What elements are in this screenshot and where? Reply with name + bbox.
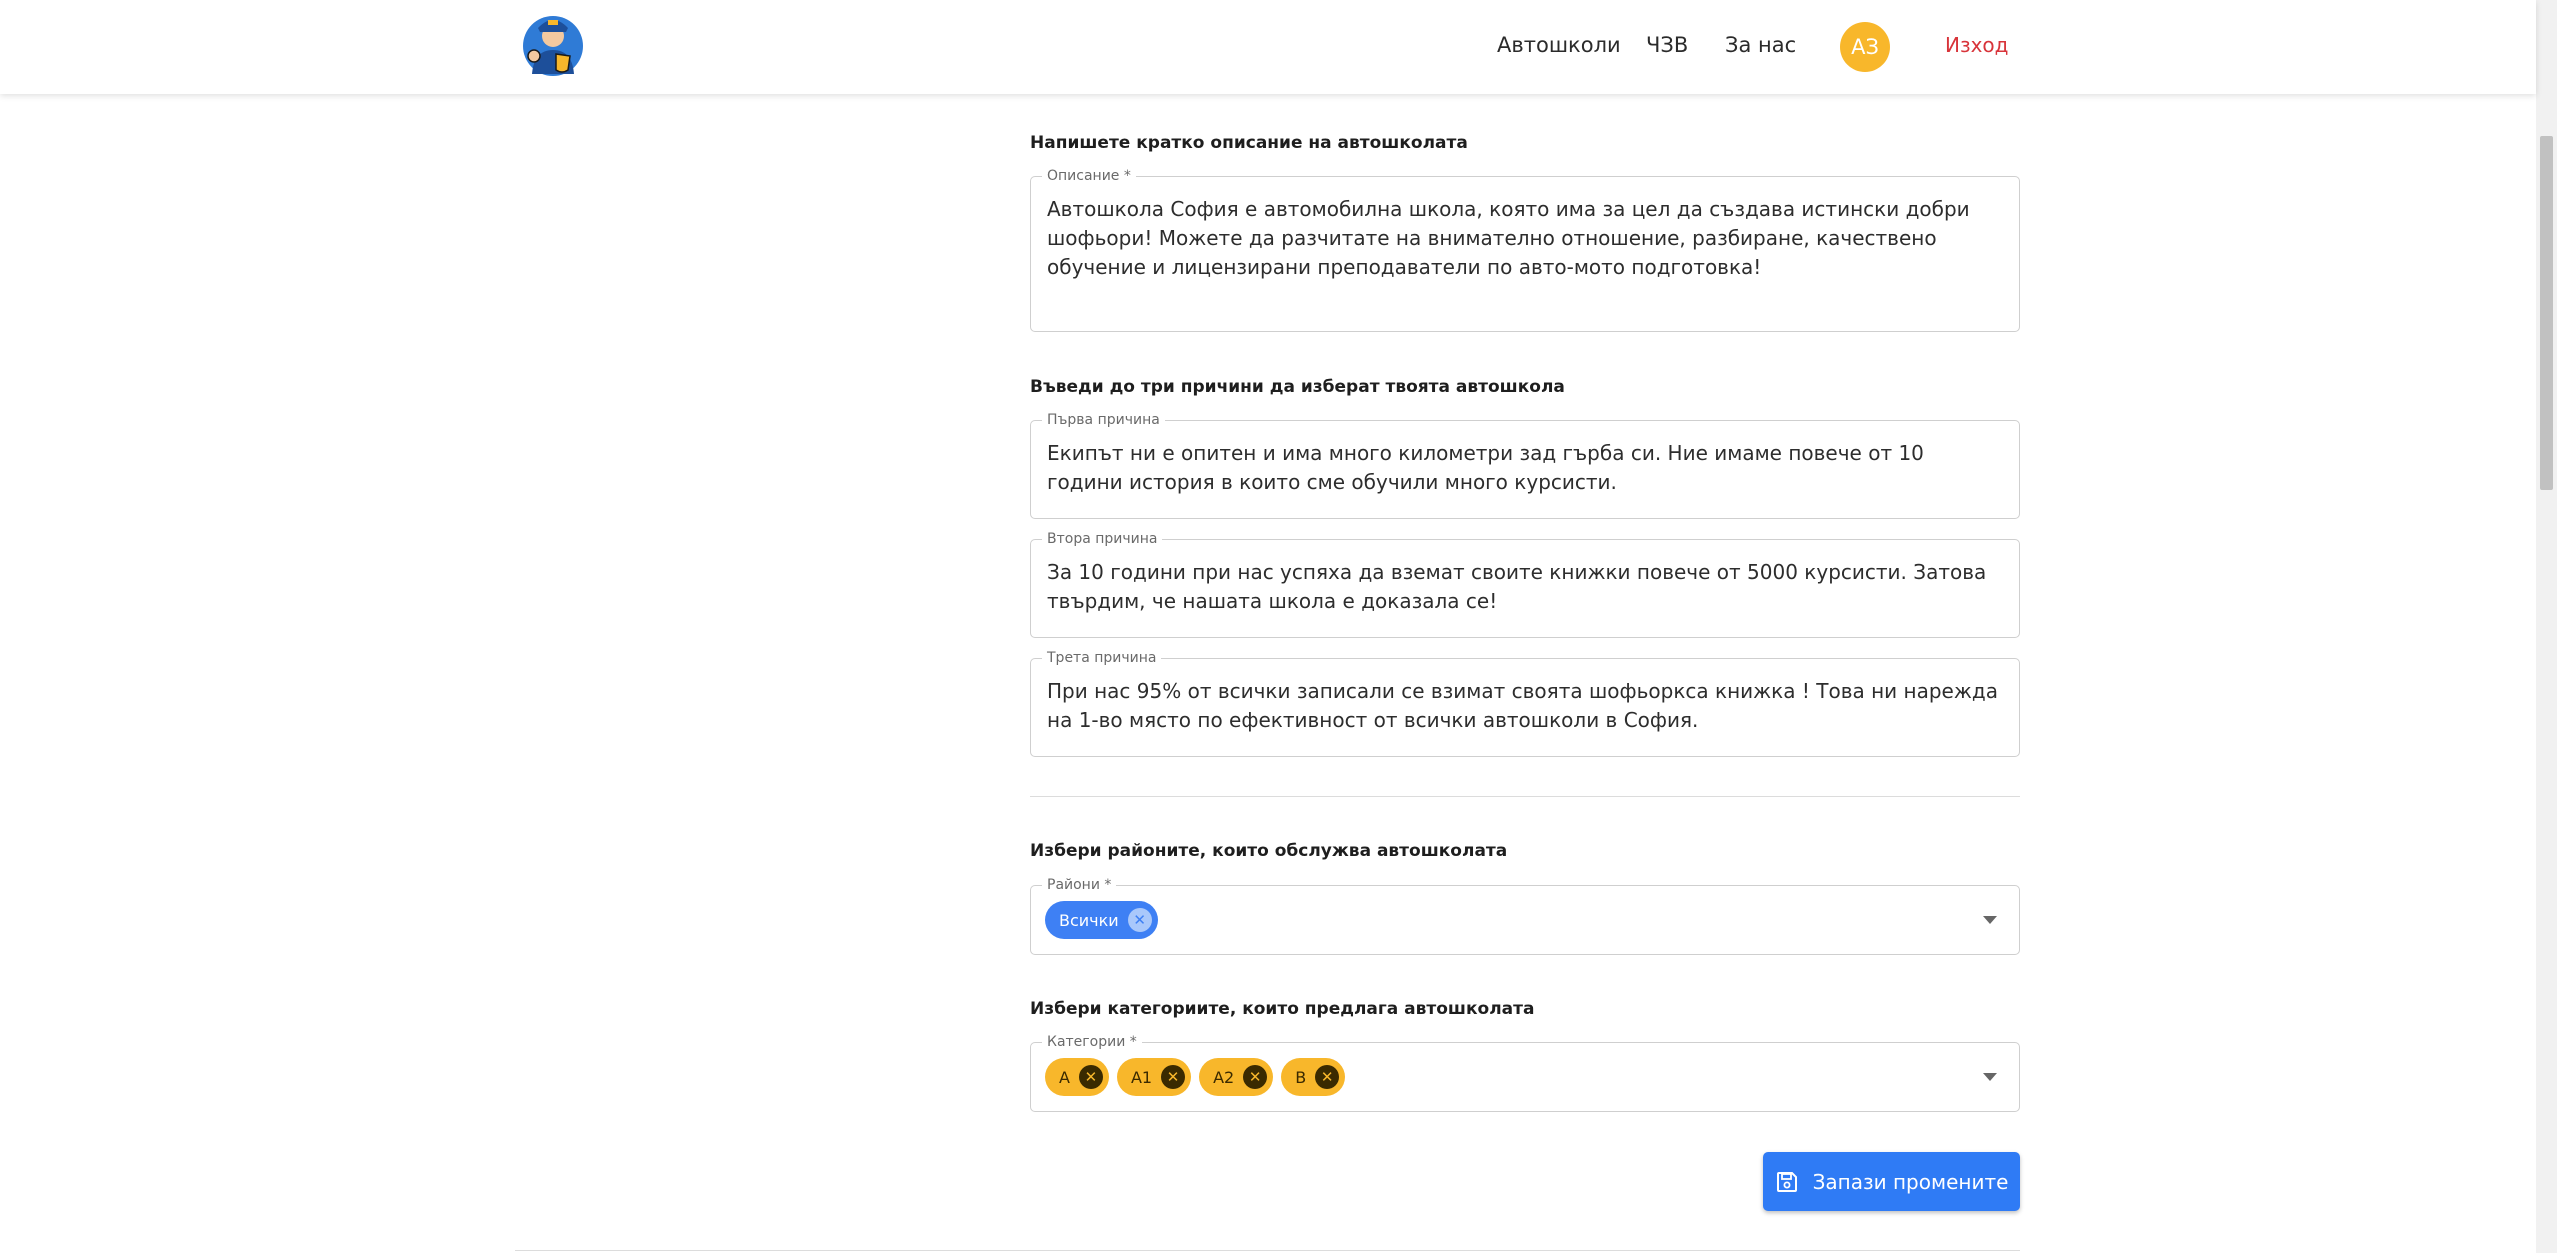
save-button-label: Запази промените bbox=[1812, 1169, 2009, 1194]
districts-chip-list: Всички ✕ bbox=[1045, 901, 1158, 939]
close-icon[interactable]: ✕ bbox=[1127, 908, 1152, 932]
nav-link-driving-schools[interactable]: Автошколи bbox=[1497, 33, 1621, 57]
categories-heading: Избери категориите, които предлага автош… bbox=[1030, 999, 1535, 1019]
category-chip-label: A1 bbox=[1130, 1067, 1153, 1087]
districts-label: Райони * bbox=[1042, 876, 1117, 894]
categories-select[interactable]: Категории * A ✕ A1 ✕ A2 ✕ B ✕ bbox=[1030, 1033, 2020, 1112]
category-chip-a1[interactable]: A1 ✕ bbox=[1116, 1058, 1192, 1096]
category-chip-label: A2 bbox=[1213, 1067, 1235, 1087]
chevron-down-icon[interactable] bbox=[1983, 916, 1997, 924]
logout-link[interactable]: Изход bbox=[1945, 33, 2009, 57]
first-reason-textarea[interactable]: Първа причина Екипът ни е опитен и има м… bbox=[1030, 411, 2020, 519]
top-navbar: Автошколи ЧЗВ За нас АЗ Изход bbox=[0, 0, 2536, 94]
category-chip-label: A bbox=[1059, 1067, 1070, 1087]
second-reason-label: Втора причина bbox=[1042, 530, 1163, 548]
second-reason-value[interactable]: За 10 години при нас успяха да вземат св… bbox=[1047, 558, 2003, 616]
section-divider bbox=[1030, 796, 2020, 797]
categories-chip-list: A ✕ A1 ✕ A2 ✕ B ✕ bbox=[1045, 1058, 1346, 1096]
description-value[interactable]: Автошкола София е автомобилна школа, коя… bbox=[1047, 195, 2003, 282]
districts-select[interactable]: Райони * Всички ✕ bbox=[1030, 876, 2020, 955]
close-icon[interactable]: ✕ bbox=[1243, 1065, 1268, 1089]
first-reason-value[interactable]: Екипът ни е опитен и има много километри… bbox=[1047, 439, 2003, 497]
nav-link-about[interactable]: За нас bbox=[1725, 33, 1796, 57]
category-chip-label: B bbox=[1295, 1067, 1307, 1087]
driving-school-logo[interactable] bbox=[518, 10, 588, 80]
chevron-down-icon[interactable] bbox=[1983, 1073, 1997, 1081]
user-avatar[interactable]: АЗ bbox=[1840, 22, 1890, 72]
first-reason-label: Първа причина bbox=[1042, 411, 1165, 429]
reasons-heading: Въведи до три причини да изберат твоята … bbox=[1030, 377, 1565, 397]
close-icon[interactable]: ✕ bbox=[1078, 1065, 1103, 1089]
description-label: Описание * bbox=[1042, 167, 1136, 185]
footer-divider bbox=[515, 1250, 2020, 1251]
close-icon[interactable]: ✕ bbox=[1161, 1065, 1186, 1089]
save-changes-button[interactable]: Запази промените bbox=[1763, 1152, 2020, 1211]
third-reason-label: Трета причина bbox=[1042, 649, 1162, 667]
third-reason-value[interactable]: При нас 95% от всички записали се взимат… bbox=[1047, 677, 2003, 735]
description-textarea[interactable]: Описание * Автошкола София е автомобилна… bbox=[1030, 167, 2020, 332]
page-scrollbar-thumb[interactable] bbox=[2540, 136, 2553, 490]
category-chip-b[interactable]: B ✕ bbox=[1281, 1058, 1346, 1096]
category-chip-a[interactable]: A ✕ bbox=[1045, 1058, 1109, 1096]
districts-heading: Избери районите, които обслужва автошкол… bbox=[1030, 841, 1508, 861]
district-chip-label: Всички bbox=[1059, 910, 1119, 930]
save-icon bbox=[1776, 1171, 1797, 1192]
category-chip-a2[interactable]: A2 ✕ bbox=[1199, 1058, 1274, 1096]
close-icon[interactable]: ✕ bbox=[1315, 1065, 1340, 1089]
description-heading: Напишете кратко описание на автошколата bbox=[1030, 133, 1468, 153]
second-reason-textarea[interactable]: Втора причина За 10 години при нас успях… bbox=[1030, 530, 2020, 638]
district-chip-all[interactable]: Всички ✕ bbox=[1045, 901, 1158, 939]
categories-label: Категории * bbox=[1042, 1033, 1142, 1051]
third-reason-textarea[interactable]: Трета причина При нас 95% от всички запи… bbox=[1030, 649, 2020, 757]
nav-link-faq[interactable]: ЧЗВ bbox=[1646, 33, 1688, 57]
